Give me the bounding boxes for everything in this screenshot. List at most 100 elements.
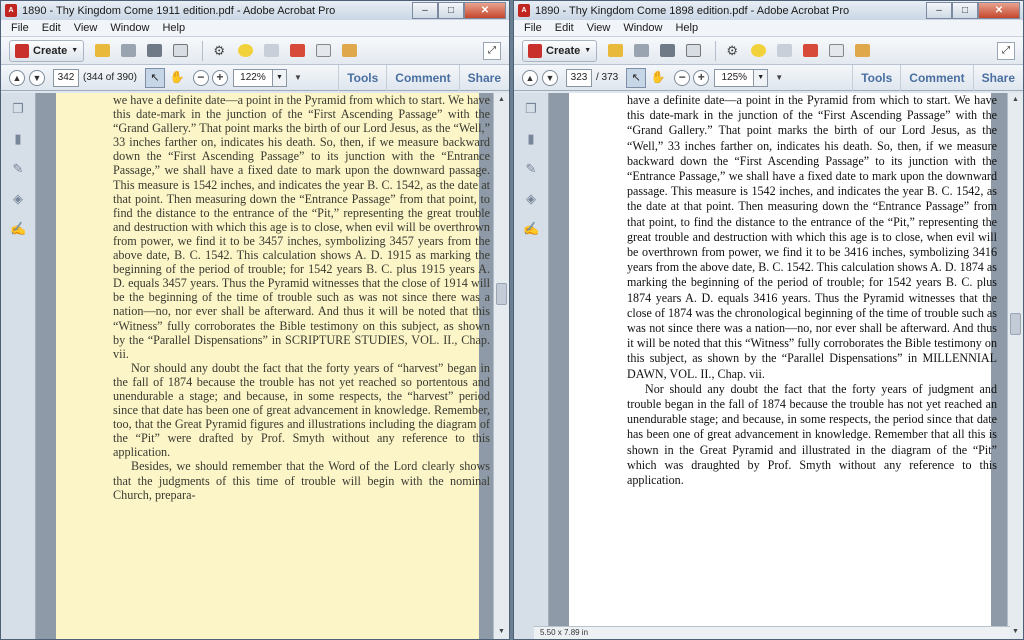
toolbar-options-icon[interactable]: ▼ <box>775 73 783 82</box>
hand-tool-icon[interactable]: ✋ <box>167 68 187 88</box>
highlight-icon[interactable] <box>261 41 281 61</box>
menu-bar: File Edit View Window Help <box>514 20 1023 37</box>
document-view[interactable]: have a definite date—a point in the Pyra… <box>549 93 1007 639</box>
window-title: 1890 - Thy Kingdom Come 1898 edition.pdf… <box>535 4 850 17</box>
select-tool-icon[interactable]: ↖ <box>626 67 647 88</box>
document-body: ❐ ▮ ✎ ◈ ✍ have a definite date—a point i… <box>514 93 1023 639</box>
hand-tool-icon[interactable]: ✋ <box>648 68 668 88</box>
pdf-page: have a definite date—a point in the Pyra… <box>569 93 997 628</box>
toolbar-options-icon[interactable]: ▼ <box>294 73 302 82</box>
navigation-pane: ❐ ▮ ✎ ◈ ✍ <box>514 93 549 639</box>
gear-icon[interactable]: ⚙ <box>209 41 229 61</box>
expand-icon[interactable]: ⤢ <box>483 41 501 60</box>
attach-icon[interactable] <box>852 41 872 61</box>
main-toolbar: Create ▼ ⚙ ⤢ <box>514 37 1023 65</box>
signatures-icon[interactable]: ✍ <box>523 221 539 237</box>
layers-icon[interactable]: ◈ <box>10 191 26 207</box>
layers-icon[interactable]: ◈ <box>523 191 539 207</box>
zoom-in-icon[interactable]: + <box>211 69 228 86</box>
save-icon[interactable] <box>118 41 138 61</box>
delete-page-icon[interactable] <box>800 41 820 61</box>
page-thumbnails-icon[interactable]: ❐ <box>523 101 539 117</box>
comment-bubble-icon[interactable] <box>748 41 768 61</box>
menu-file[interactable]: File <box>11 22 29 34</box>
maximize-button[interactable]: □ <box>952 1 978 19</box>
open-folder-icon[interactable] <box>605 41 625 61</box>
create-button[interactable]: Create ▼ <box>9 39 85 62</box>
bookmarks-icon[interactable]: ▮ <box>10 131 26 147</box>
document-view[interactable]: we have a definite date—a point in the P… <box>36 93 493 639</box>
zoom-out-icon[interactable]: − <box>192 69 209 86</box>
open-folder-icon[interactable] <box>92 41 112 61</box>
previous-page-icon[interactable]: ▲ <box>9 69 25 86</box>
attachments-icon[interactable]: ✎ <box>523 161 539 177</box>
scroll-up-arrow[interactable]: ▲ <box>1008 93 1023 107</box>
attachments-icon[interactable]: ✎ <box>10 161 26 177</box>
scroll-down-arrow[interactable]: ▼ <box>1008 625 1023 639</box>
menu-window[interactable]: Window <box>110 22 149 34</box>
email-icon[interactable] <box>683 41 703 61</box>
maximize-button[interactable]: □ <box>438 1 464 19</box>
scroll-thumb[interactable] <box>496 283 507 305</box>
vertical-scrollbar[interactable]: ▲ ▼ <box>493 93 509 639</box>
minimize-button[interactable]: – <box>412 1 438 19</box>
comment-bubble-icon[interactable] <box>235 41 255 61</box>
gear-icon[interactable]: ⚙ <box>722 41 742 61</box>
page-thumbnails-icon[interactable]: ❐ <box>10 101 26 117</box>
navigation-pane: ❐ ▮ ✎ ◈ ✍ <box>1 93 36 639</box>
title-bar[interactable]: A 1890 - Thy Kingdom Come 1898 edition.p… <box>514 1 1023 20</box>
comment-pane-button[interactable]: Comment <box>386 64 458 91</box>
close-button[interactable]: ✕ <box>978 1 1020 19</box>
page-number-input[interactable]: 323 <box>566 68 592 87</box>
zoom-dropdown-icon[interactable]: ▼ <box>754 68 769 87</box>
export-icon[interactable] <box>826 41 846 61</box>
share-pane-button[interactable]: Share <box>458 64 509 91</box>
zoom-input[interactable]: 122% <box>232 68 273 87</box>
scroll-up-arrow[interactable]: ▲ <box>494 93 509 107</box>
select-tool-icon[interactable]: ↖ <box>144 67 165 88</box>
scroll-thumb[interactable] <box>1010 313 1021 335</box>
minimize-button[interactable]: – <box>926 1 952 19</box>
right-acrobat-window: A 1890 - Thy Kingdom Come 1898 edition.p… <box>513 0 1024 640</box>
previous-page-icon[interactable]: ▲ <box>522 69 538 86</box>
scroll-down-arrow[interactable]: ▼ <box>494 625 509 639</box>
attach-icon[interactable] <box>339 41 359 61</box>
menu-help[interactable]: Help <box>675 22 698 34</box>
share-pane-button[interactable]: Share <box>972 64 1023 91</box>
page-count: (344 of 390) <box>83 72 137 83</box>
page-count: / 373 <box>596 72 619 83</box>
menu-view[interactable]: View <box>74 22 98 34</box>
highlight-icon[interactable] <box>774 41 794 61</box>
menu-edit[interactable]: Edit <box>42 22 61 34</box>
nav-toolbar: ▲ ▼ 342 (344 of 390) ↖ ✋ − + 122% ▼ ▼ To… <box>1 64 509 91</box>
delete-page-icon[interactable] <box>287 41 307 61</box>
expand-icon[interactable]: ⤢ <box>997 41 1015 60</box>
tools-pane-button[interactable]: Tools <box>852 64 900 91</box>
title-bar[interactable]: A 1890 - Thy Kingdom Come 1911 edition.p… <box>1 1 509 20</box>
export-icon[interactable] <box>313 41 333 61</box>
email-icon[interactable] <box>170 41 190 61</box>
menu-file[interactable]: File <box>524 22 542 34</box>
bookmarks-icon[interactable]: ▮ <box>523 131 539 147</box>
page-number-input[interactable]: 342 <box>53 68 79 87</box>
page-paragraph-2: Nor should any doubt the fact that the f… <box>627 381 997 488</box>
zoom-out-icon[interactable]: − <box>674 69 691 86</box>
next-page-icon[interactable]: ▼ <box>29 69 45 86</box>
signatures-icon[interactable]: ✍ <box>10 221 26 237</box>
close-button[interactable]: ✕ <box>464 1 506 19</box>
vertical-scrollbar[interactable]: ▲ ▼ <box>1007 93 1023 639</box>
print-icon[interactable] <box>144 41 164 61</box>
create-button[interactable]: Create ▼ <box>522 39 598 62</box>
menu-help[interactable]: Help <box>162 22 185 34</box>
zoom-in-icon[interactable]: + <box>693 69 710 86</box>
zoom-dropdown-icon[interactable]: ▼ <box>272 68 287 87</box>
menu-edit[interactable]: Edit <box>555 22 574 34</box>
comment-pane-button[interactable]: Comment <box>900 64 972 91</box>
tools-pane-button[interactable]: Tools <box>338 64 386 91</box>
menu-window[interactable]: Window <box>623 22 662 34</box>
print-icon[interactable] <box>657 41 677 61</box>
menu-view[interactable]: View <box>587 22 611 34</box>
zoom-input[interactable]: 125% <box>714 68 755 87</box>
save-icon[interactable] <box>631 41 651 61</box>
next-page-icon[interactable]: ▼ <box>542 69 558 86</box>
